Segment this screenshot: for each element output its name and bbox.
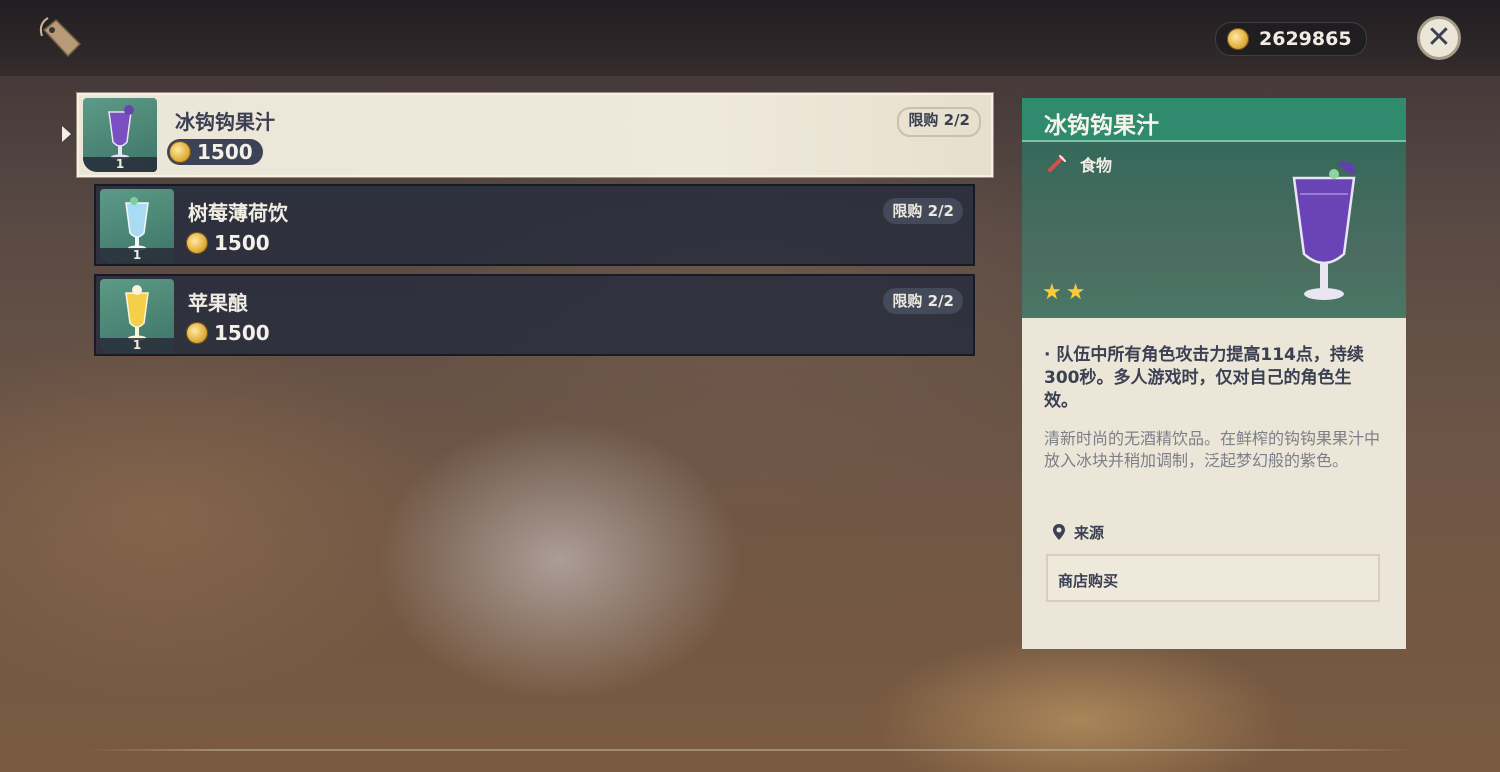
mora-coin-icon	[1227, 28, 1249, 50]
item-quantity: 1	[83, 157, 157, 172]
item-name: 树莓薄荷饮	[188, 201, 288, 225]
purchase-limit-badge: 限购 2/2	[883, 288, 963, 314]
price-value: 1500	[197, 140, 253, 164]
purchase-limit-badge: 限购 2/2	[897, 107, 981, 137]
source-label: 来源	[1074, 524, 1105, 542]
item-price: 1500	[186, 320, 270, 346]
currency-amount: 2629865	[1259, 28, 1352, 50]
item-name: 苹果酿	[188, 291, 248, 315]
rarity-stars: ★ ★	[1042, 282, 1085, 304]
price-value: 1500	[214, 321, 270, 345]
item-quantity: 1	[100, 338, 174, 353]
shop-item-apple-cider[interactable]: 1 苹果酿 1500 限购 2/2	[94, 274, 975, 356]
detail-title: 冰钩钩果汁	[1044, 113, 1159, 139]
location-pin-icon	[1053, 524, 1065, 540]
item-price: 1500	[186, 230, 270, 256]
item-quantity: 1	[100, 248, 174, 263]
shop-item-raspberry-mint-drink[interactable]: 1 树莓薄荷饮 1500 限购 2/2	[94, 184, 975, 266]
item-thumbnail: 1	[83, 98, 157, 172]
item-price: 1500	[167, 139, 263, 165]
purchase-limit-badge: 限购 2/2	[883, 198, 963, 224]
price-tag-icon	[39, 17, 82, 58]
bottom-divider	[85, 749, 1415, 751]
currency-display: 2629865	[1215, 22, 1367, 56]
mora-coin-icon	[186, 232, 208, 254]
detail-body: · 队伍中所有角色攻击力提高114点，持续300秒。多人游戏时，仅对自己的角色生…	[1022, 318, 1406, 649]
shop-item-ice-gougou-juice[interactable]: 1 冰钩钩果汁 1500 限购 2/2	[77, 93, 993, 177]
item-type: 食物	[1080, 156, 1113, 175]
mora-coin-icon	[169, 141, 191, 163]
source-entry[interactable]: 商店购买	[1046, 554, 1380, 602]
close-button[interactable]: ✕	[1417, 16, 1461, 60]
item-thumbnail: 1	[100, 279, 174, 353]
detail-header: 冰钩钩果汁 食物 ★ ★	[1022, 98, 1406, 318]
star-icon: ★	[1065, 280, 1086, 305]
drink-glass-icon	[1292, 161, 1356, 300]
source-value: 商店购买	[1058, 572, 1119, 590]
item-detail-panel: 冰钩钩果汁 食物 ★ ★ · 队伍中所有角色攻击力提高114点，持续300秒。多…	[1022, 98, 1406, 649]
food-icon	[1048, 155, 1066, 172]
mora-coin-icon	[186, 322, 208, 344]
detail-title-bar: 冰钩钩果汁	[1022, 98, 1406, 142]
item-name: 冰钩钩果汁	[175, 110, 275, 134]
price-value: 1500	[214, 231, 270, 255]
item-description: 清新时尚的无酒精饮品。在鲜榨的钩钩果果汁中放入冰块并稍加调制，泛起梦幻般的紫色。	[1044, 429, 1381, 470]
selection-pointer-icon	[62, 126, 71, 142]
close-icon: ✕	[1426, 20, 1452, 55]
item-thumbnail: 1	[100, 189, 174, 263]
item-effect: · 队伍中所有角色攻击力提高114点，持续300秒。多人游戏时，仅对自己的角色生…	[1044, 345, 1364, 411]
star-icon: ★	[1042, 280, 1062, 305]
